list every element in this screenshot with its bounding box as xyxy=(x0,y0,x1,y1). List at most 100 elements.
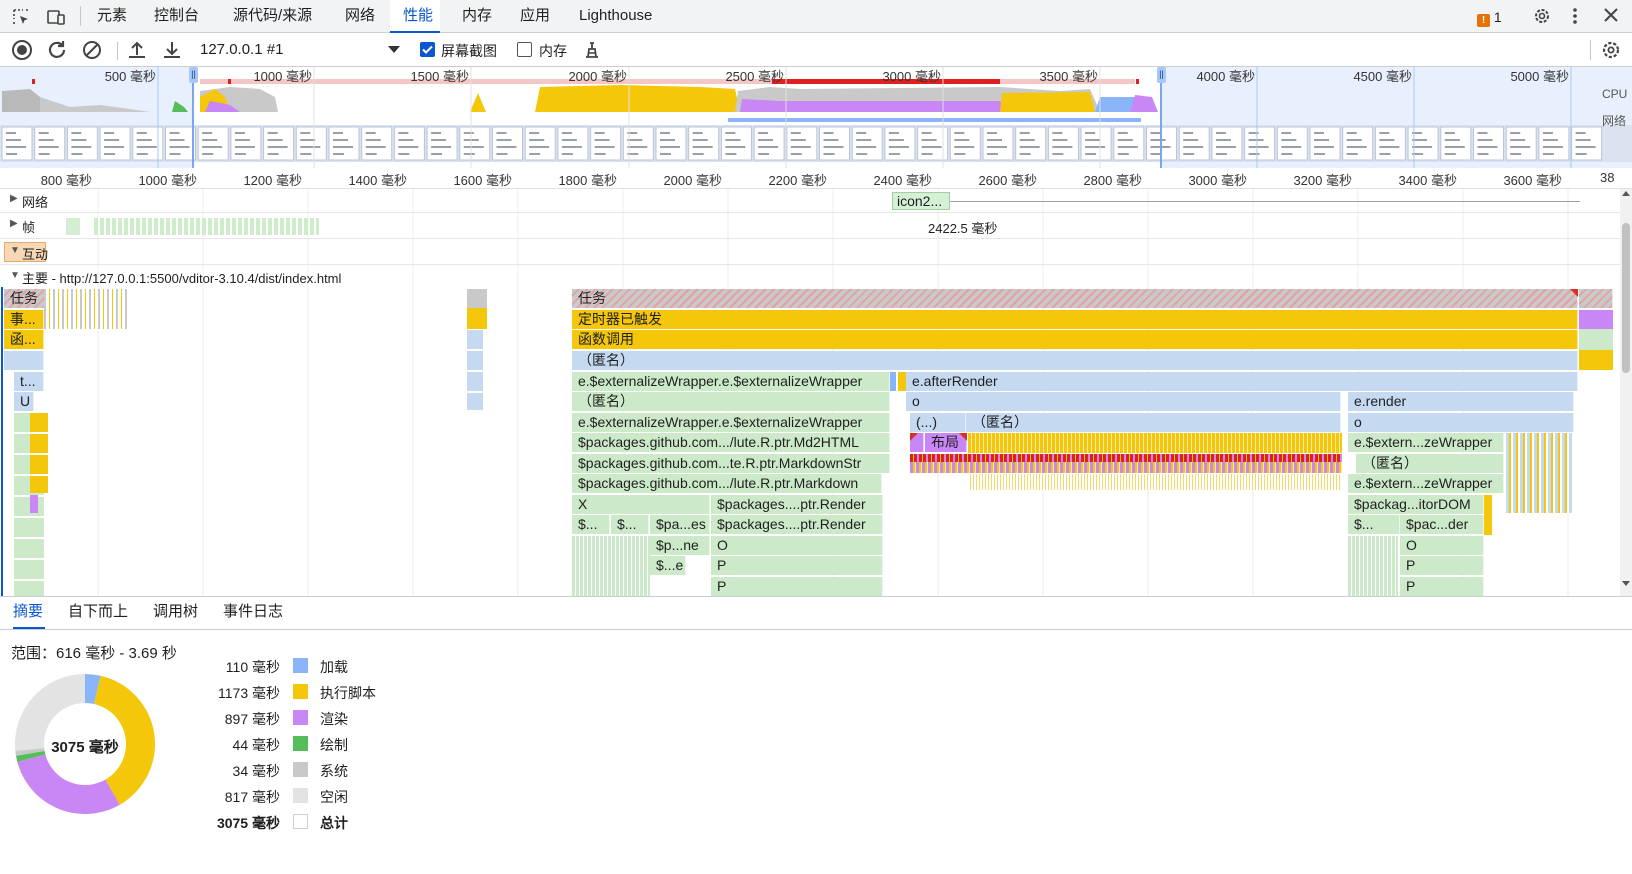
filmstrip-frame xyxy=(66,126,98,161)
flame-dollar-3[interactable]: $... xyxy=(1348,515,1400,534)
track-frames[interactable]: ▶ 帧 2422.5 毫秒 xyxy=(0,213,1632,239)
settings-gear-icon[interactable] xyxy=(1532,6,1552,29)
scroll-thumb[interactable] xyxy=(1622,223,1630,373)
expand-arrow-icon[interactable]: ▶ xyxy=(10,193,18,204)
flame-pa-es[interactable]: $pa...es xyxy=(650,515,710,534)
timeline-overview[interactable]: || || 500 毫秒 1000 毫秒 1500 毫秒 2000 毫秒 250… xyxy=(0,67,1632,168)
scroll-up-icon[interactable] xyxy=(1622,191,1630,196)
filmstrip-frame-text xyxy=(365,146,386,148)
flame-e-1[interactable]: $...e xyxy=(650,556,686,575)
tab-elements[interactable]: 元素 xyxy=(97,0,127,33)
flame-anon-3[interactable]: （匿名） xyxy=(966,413,1341,432)
filmstrip-frame-text xyxy=(1477,146,1498,148)
flame-p-3[interactable]: P xyxy=(1400,556,1484,575)
collapse-arrow-icon[interactable]: ▼ xyxy=(10,245,20,256)
flame-o-1[interactable]: O xyxy=(711,536,883,555)
flame-anon-2[interactable]: （匿名） xyxy=(572,392,890,411)
frame-blocks[interactable] xyxy=(66,218,80,235)
filmstrip-frame-text xyxy=(1150,153,1162,155)
expand-arrow-icon[interactable]: ▶ xyxy=(10,218,18,229)
download-profile-icon[interactable] xyxy=(161,39,183,64)
flame-func-left[interactable]: 函... xyxy=(4,330,44,349)
flame-dollar-2[interactable]: $... xyxy=(611,515,649,534)
flame-externalize-wrapper-1[interactable]: e.$externalizeWrapper.e.$externalizeWrap… xyxy=(572,372,890,391)
overview-left-handle[interactable]: || xyxy=(189,67,198,83)
tab-summary[interactable]: 摘要 xyxy=(13,597,45,629)
memory-checkbox[interactable] xyxy=(517,42,532,57)
filmstrip-frame-text xyxy=(1281,132,1292,134)
tab-network[interactable]: 网络 xyxy=(345,0,375,33)
flame-o-3[interactable]: o xyxy=(1348,413,1574,432)
scroll-down-icon[interactable] xyxy=(1622,581,1630,586)
flame-p-4[interactable]: P xyxy=(1400,577,1484,596)
flame-md2html[interactable]: $packages.github.com.../lute.R.ptr.Md2HT… xyxy=(572,433,890,452)
flame-function-call[interactable]: 函数调用 xyxy=(572,330,1578,349)
flame-event-left[interactable]: 事... xyxy=(4,310,44,329)
flame-u-left[interactable]: U xyxy=(14,392,34,411)
flame-render-2[interactable]: $packages....ptr.Render xyxy=(711,515,883,534)
garbage-collect-icon[interactable] xyxy=(582,39,602,64)
tab-console[interactable]: 控制台 xyxy=(154,0,199,33)
flame-task-main[interactable]: 任务 xyxy=(572,289,1578,308)
flame-pac-der[interactable]: $pac...der xyxy=(1400,515,1484,534)
record-icon[interactable] xyxy=(11,39,33,64)
overview-right-handle[interactable]: || xyxy=(1157,67,1166,83)
more-options-icon[interactable] xyxy=(1571,6,1579,29)
flame-p-1[interactable]: P xyxy=(711,556,883,575)
capture-settings-icon[interactable] xyxy=(1600,39,1622,64)
track-main[interactable]: ▼ 主要 - http://127.0.0.1:5500/vditor-3.10… xyxy=(0,265,1632,289)
flame-ellipsis[interactable]: (...) xyxy=(910,413,966,432)
tab-performance[interactable]: 性能 xyxy=(390,0,440,33)
screenshots-checkbox[interactable] xyxy=(420,42,435,57)
network-request-bar[interactable]: icon2... xyxy=(892,192,950,210)
filmstrip-frame-text xyxy=(496,139,512,141)
device-toolbar-icon[interactable] xyxy=(46,7,66,27)
inspect-element-icon[interactable] xyxy=(11,7,31,27)
range-text: 范围：616 毫秒 - 3.69 秒 xyxy=(11,645,177,662)
flame-o-2[interactable]: o xyxy=(906,392,1341,411)
tab-bottom-up[interactable]: 自下而上 xyxy=(68,597,128,629)
frame-blocks[interactable] xyxy=(94,218,319,235)
reload-record-icon[interactable] xyxy=(46,39,68,64)
tab-call-tree[interactable]: 调用树 xyxy=(153,597,198,629)
flame-dollar-1[interactable]: $... xyxy=(572,515,610,534)
upload-profile-icon[interactable] xyxy=(126,39,148,64)
close-devtools-icon[interactable] xyxy=(1603,7,1619,26)
track-interactions[interactable]: ▼ 互动 xyxy=(0,239,1632,265)
flame-anon-left[interactable] xyxy=(4,351,44,370)
flame-editor-dom[interactable]: $packag...itorDOM xyxy=(1348,495,1484,514)
flame-after-render[interactable]: e.afterRender xyxy=(906,372,1578,391)
warning-icon: ! xyxy=(1477,14,1490,27)
flame-anonymous[interactable]: （匿名） xyxy=(572,351,1578,370)
flame-t-left[interactable]: t... xyxy=(14,372,44,391)
ruler-tick: 2000 毫秒 xyxy=(663,173,722,188)
filmstrip-frame-text xyxy=(1314,146,1334,148)
flame-markdown[interactable]: $packages.github.com.../lute.R.ptr.Markd… xyxy=(572,474,882,493)
flame-extern-wrapper-3[interactable]: e.$extern...zeWrapper xyxy=(1348,433,1504,452)
tab-lighthouse[interactable]: Lighthouse xyxy=(579,0,652,33)
issues-badge[interactable]: ! 1 xyxy=(1477,9,1509,27)
tab-memory[interactable]: 内存 xyxy=(462,0,492,33)
flame-timer-fired[interactable]: 定时器已触发 xyxy=(572,310,1578,329)
flame-markdownstr[interactable]: $packages.github.com...te.R.ptr.Markdown… xyxy=(572,454,890,473)
tab-sources[interactable]: 源代码/来源 xyxy=(233,0,312,33)
flame-chart-scrollbar[interactable] xyxy=(1620,189,1632,596)
flame-e-render[interactable]: e.render xyxy=(1348,392,1574,411)
filmstrip-frame-text xyxy=(790,146,811,148)
flame-task-tail[interactable] xyxy=(1579,289,1613,308)
flame-x[interactable]: X xyxy=(572,495,710,514)
tab-event-log[interactable]: 事件日志 xyxy=(223,597,283,629)
flame-chart-area[interactable]: ▶ 网络 icon2... ▶ 帧 2422.5 毫秒 ▼ 互动 ▼ 主要 - … xyxy=(0,189,1632,596)
flame-render-1[interactable]: $packages....ptr.Render xyxy=(711,495,883,514)
tab-application[interactable]: 应用 xyxy=(520,0,550,33)
flame-o-4[interactable]: O xyxy=(1400,536,1484,555)
recording-select[interactable]: 127.0.0.1 #1 xyxy=(200,38,400,62)
track-network[interactable]: ▶ 网络 icon2... xyxy=(0,189,1632,213)
collapse-arrow-icon[interactable]: ▼ xyxy=(10,270,20,281)
flame-p-2[interactable]: P xyxy=(711,577,883,596)
clear-icon[interactable] xyxy=(81,39,103,64)
flame-anon-4[interactable]: （匿名） xyxy=(1356,454,1504,473)
flame-p-ne[interactable]: $p...ne xyxy=(650,536,710,555)
flame-externalize-wrapper-2[interactable]: e.$externalizeWrapper.e.$externalizeWrap… xyxy=(572,413,890,432)
flame-extern-wrapper-4[interactable]: e.$extern...zeWrapper xyxy=(1348,474,1504,493)
